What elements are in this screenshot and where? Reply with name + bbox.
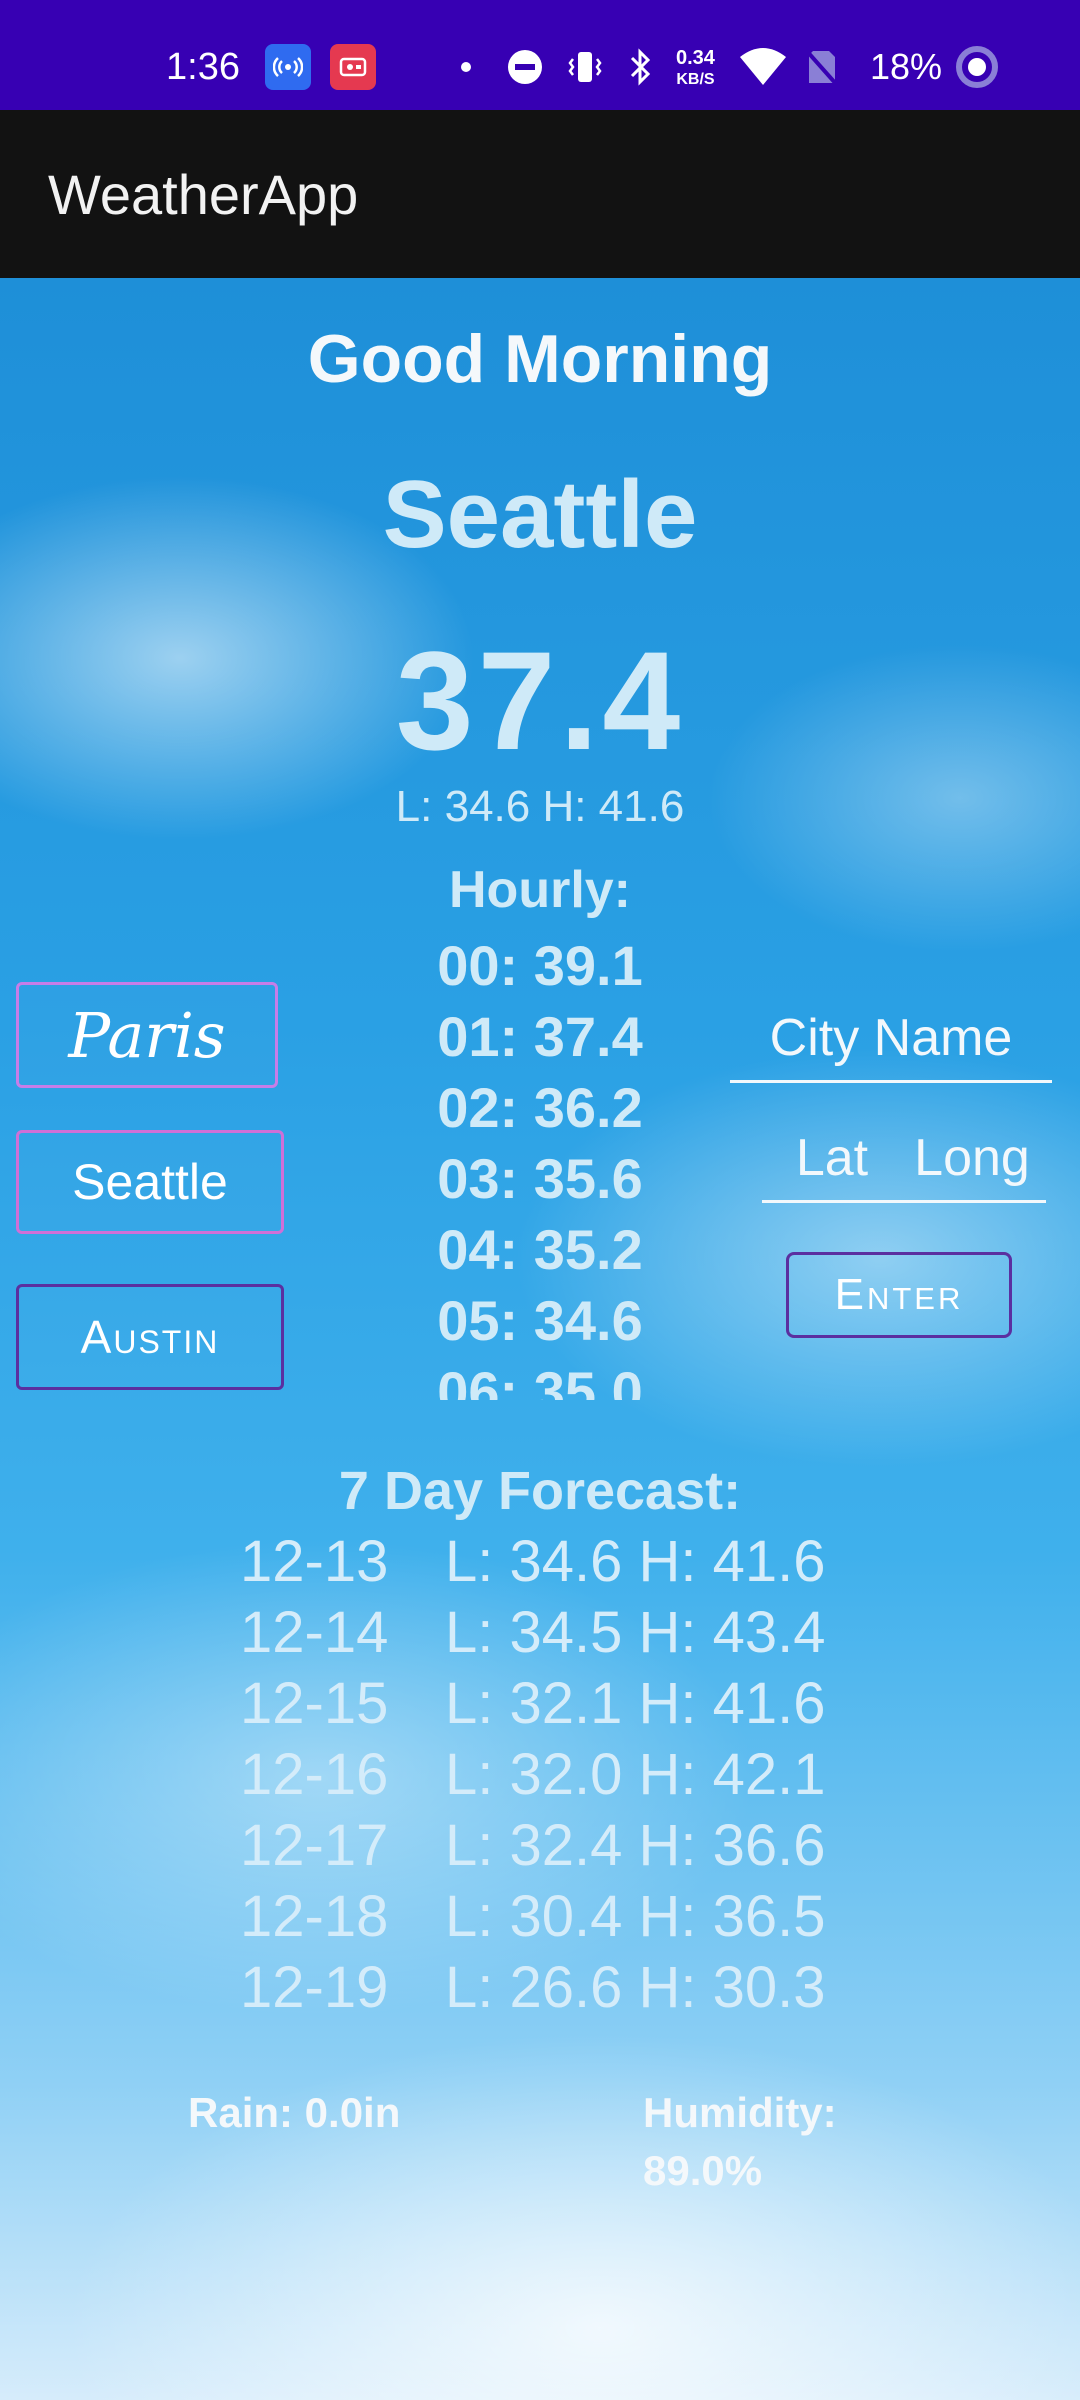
forecast-date: 12-17 (240, 1813, 389, 1878)
no-sim-icon (803, 44, 839, 90)
city-name: Seattle (382, 461, 698, 568)
low-high-text: L: 34.6 H: 41.6 (395, 782, 685, 831)
speed-unit: KB/S (676, 71, 715, 88)
hourly-title: Hourly: (449, 861, 631, 919)
city-name-input[interactable]: City Name (730, 1008, 1052, 1083)
forecast-row: 12-15 L: 32.1 H: 41.6 (240, 1668, 880, 1739)
hourly-list[interactable]: 00: 39.1 01: 37.4 02: 36.2 03: 35.6 04: … (390, 930, 690, 1400)
hourly-item: 03: 35.6 (437, 1147, 643, 1210)
bluetooth-icon (628, 44, 654, 90)
rain-text: Rain: 0.0in (188, 2089, 401, 2136)
forecast-row: 12-14 L: 34.5 H: 43.4 (240, 1597, 880, 1668)
hourly-item: 02: 36.2 (437, 1076, 643, 1139)
hourly-item: 04: 35.2 (437, 1218, 643, 1281)
battery-percent: 18% (870, 46, 943, 87)
seattle-button[interactable]: Seattle (16, 1130, 284, 1234)
forecast-range: L: 34.6 H: 41.6 (445, 1529, 826, 1594)
current-temperature: 37.4 (395, 622, 685, 779)
forecast-date: 12-18 (240, 1884, 389, 1949)
battery-ring-icon (954, 44, 1000, 90)
dot-icon (460, 44, 472, 90)
forecast-range: L: 30.4 H: 36.5 (445, 1884, 826, 1949)
forecast-title: 7 Day Forecast: (338, 1461, 742, 1521)
forecast-list: 12-13 L: 34.6 H: 41.6 12-14 L: 34.5 H: 4… (240, 1526, 880, 2023)
forecast-date: 12-16 (240, 1742, 389, 1807)
forecast-date: 12-14 (240, 1600, 389, 1665)
speed-value: 0.34 (676, 47, 715, 69)
forecast-row: 12-18 L: 30.4 H: 36.5 (240, 1881, 880, 1952)
network-speed: 0.34 KB/S (676, 48, 715, 90)
forecast-date: 12-13 (240, 1529, 389, 1594)
wifi-icon (738, 44, 788, 90)
app-bar: WeatherApp (0, 110, 1080, 278)
forecast-range: L: 32.0 H: 42.1 (445, 1742, 826, 1807)
app-title: WeatherApp (48, 163, 359, 226)
forecast-row: 12-16 L: 32.0 H: 42.1 (240, 1739, 880, 1810)
austin-button-label: Austin (80, 1311, 220, 1363)
enter-button-label: Enter (834, 1270, 964, 1319)
screen-record-icon (330, 44, 376, 90)
latitude-input[interactable]: Lat (762, 1128, 902, 1203)
hourly-item: 01: 37.4 (437, 1005, 643, 1068)
hourly-item: 00: 39.1 (437, 934, 643, 997)
forecast-row: 12-19 L: 26.6 H: 30.3 (240, 1952, 880, 2023)
austin-button[interactable]: Austin (16, 1284, 284, 1390)
hourly-item: 06: 35.0 (437, 1360, 643, 1400)
forecast-row: 12-13 L: 34.6 H: 41.6 (240, 1526, 880, 1597)
dnd-icon (505, 44, 545, 90)
vibrate-icon (565, 44, 605, 90)
greeting-text: Good Morning (307, 321, 773, 397)
forecast-range: L: 34.5 H: 43.4 (445, 1600, 826, 1665)
status-time: 1:36 (166, 46, 240, 88)
forecast-range: L: 32.1 H: 41.6 (445, 1671, 826, 1736)
forecast-date: 12-15 (240, 1671, 389, 1736)
paris-button[interactable]: Paris (16, 982, 278, 1088)
longitude-input[interactable]: Long (898, 1128, 1046, 1203)
forecast-range: L: 32.4 H: 36.6 (445, 1813, 826, 1878)
forecast-date: 12-19 (240, 1955, 389, 2020)
forecast-range: L: 26.6 H: 30.3 (445, 1955, 826, 2020)
forecast-row: 12-17 L: 32.4 H: 36.6 (240, 1810, 880, 1881)
hourly-item: 05: 34.6 (437, 1289, 643, 1352)
hotspot-icon (265, 44, 311, 90)
status-bar: 1:36 0.34 KB/S 18% (0, 0, 1080, 110)
enter-button[interactable]: Enter (786, 1252, 1012, 1338)
humidity-text: Humidity: 89.0% (643, 2089, 837, 2194)
